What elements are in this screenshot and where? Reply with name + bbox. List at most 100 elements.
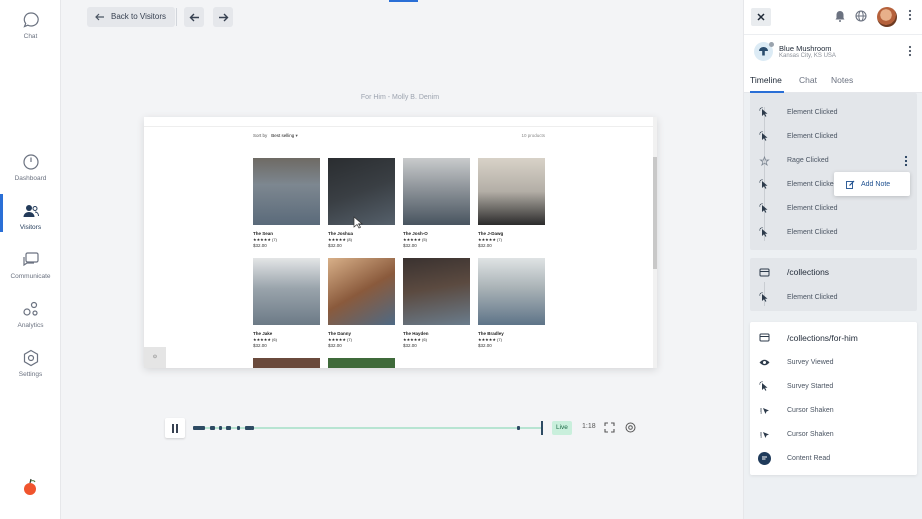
user-avatar[interactable] — [877, 7, 897, 27]
activity-marker — [517, 426, 520, 430]
more-vertical-icon[interactable] — [908, 45, 912, 57]
settings-gear-icon[interactable] — [625, 422, 636, 433]
pause-icon — [172, 423, 178, 433]
product-card: The J-Dawg ★★★★★ (7) $32.00 — [478, 158, 545, 248]
close-icon — [757, 13, 765, 21]
product-rating: ★★★★★ (5) — [403, 237, 427, 242]
timeline-event[interactable]: Survey Viewed — [750, 351, 917, 375]
session-replay-frame[interactable]: Sort by Best selling ▾ 10 products The Se… — [144, 117, 657, 368]
tab-notes[interactable]: Notes — [831, 75, 853, 85]
pointer-click-icon — [759, 131, 768, 141]
tab-chat[interactable]: Chat — [799, 75, 817, 85]
activity-marker — [193, 426, 205, 430]
cursor-shake-icon — [760, 432, 769, 438]
product-image — [403, 158, 470, 225]
pointer-click-icon — [759, 292, 768, 302]
event-label: Rage Clicked — [787, 157, 829, 164]
nav-chat-label: Chat — [23, 33, 38, 40]
fullscreen-icon[interactable] — [604, 422, 615, 433]
nav-visitors[interactable]: Visitors — [0, 194, 61, 232]
content-read-icon — [758, 452, 771, 465]
product-count: 10 products — [521, 133, 545, 138]
product-rating: ★★★★★ (7) — [328, 337, 352, 342]
visitor-name: Blue Mushroom — [779, 44, 832, 53]
timeline-event[interactable]: Element Clicked — [750, 125, 917, 149]
tab-timeline[interactable]: Timeline — [750, 75, 782, 85]
globe-icon[interactable] — [855, 10, 867, 22]
nav-settings[interactable]: Settings — [0, 349, 61, 378]
activity-marker — [219, 426, 222, 430]
timeline-event[interactable]: Survey Started — [750, 375, 917, 399]
status-dot — [769, 42, 774, 47]
product-image — [328, 258, 395, 325]
page-path[interactable]: /collections/for-him — [787, 333, 858, 343]
event-label: Cursor Shaken — [787, 431, 834, 438]
pointer-click-icon — [759, 381, 768, 391]
timeline-event[interactable]: Element Clicked — [750, 221, 917, 245]
event-label: Element Clicked — [787, 205, 838, 212]
top-progress-indicator — [389, 0, 418, 2]
page-caption: For Him - Molly B. Denim — [360, 94, 440, 101]
analytics-icon — [22, 301, 38, 316]
timeline-event[interactable]: Element Clicked — [750, 286, 917, 310]
timeline-event[interactable]: Content Read — [750, 447, 917, 471]
timeline-event[interactable]: Cursor Shaken — [750, 399, 917, 423]
live-badge[interactable]: Live — [552, 421, 572, 435]
product-price: $32.00 — [328, 343, 342, 348]
frame-scrollbar-thumb[interactable] — [653, 157, 657, 269]
product-card: The Josh-O ★★★★★ (5) $32.00 — [403, 158, 470, 248]
sort-value: Best selling — [271, 133, 295, 138]
nav-communicate[interactable]: Communicate — [0, 251, 61, 280]
settings-icon — [23, 349, 38, 367]
event-label: Element Clicked — [787, 229, 838, 236]
pointer-click-icon — [759, 107, 768, 117]
product-price: $32.00 — [478, 243, 492, 248]
cursor-icon — [353, 216, 363, 229]
add-note-button[interactable]: Add Note — [834, 172, 910, 196]
pause-button[interactable] — [165, 418, 185, 438]
nav-chat[interactable]: Chat — [0, 11, 61, 40]
message-icon — [22, 252, 39, 267]
timeline-event[interactable]: Element Clicked — [750, 101, 917, 125]
product-name: The Bradley — [478, 331, 504, 336]
cursor-shake-icon — [760, 408, 769, 414]
close-button[interactable] — [751, 8, 771, 26]
product-price: $32.00 — [328, 243, 342, 248]
nav-analytics[interactable]: Analytics — [0, 300, 61, 329]
add-note-label: Add Note — [861, 180, 891, 188]
product-image — [328, 158, 395, 225]
back-to-visitors-button[interactable]: Back to Visitors — [87, 7, 175, 27]
playback-controls: Live 1:18 — [165, 418, 643, 438]
timeline-event[interactable]: Cursor Shaken — [750, 423, 917, 447]
page-path[interactable]: /collections — [787, 267, 829, 277]
product-price: $32.00 — [478, 343, 492, 348]
visitor-header: Blue Mushroom Kansas City, KS USA — [744, 34, 922, 67]
previous-button[interactable] — [184, 7, 204, 27]
timeline-event[interactable]: Element Clicked — [750, 197, 917, 221]
product-price: $32.00 — [403, 343, 417, 348]
event-label: Element Clicked — [787, 109, 838, 116]
more-vertical-icon[interactable] — [908, 9, 912, 21]
top-bar: Back to Visitors — [61, 0, 743, 34]
pointer-click-icon — [759, 179, 768, 189]
nav-dashboard[interactable]: Dashboard — [0, 153, 61, 182]
playhead[interactable] — [541, 421, 543, 435]
replay-corner-widget[interactable]: ⊙ — [144, 347, 166, 368]
next-button[interactable] — [213, 7, 233, 27]
product-rating: ★★★★★ (7) — [478, 337, 502, 342]
logo-apple-icon[interactable] — [23, 478, 37, 496]
pointer-click-icon — [759, 227, 768, 237]
timeline-event[interactable]: Rage Clicked — [750, 149, 917, 173]
sort-control: Sort by Best selling ▾ — [253, 133, 298, 138]
timeline-scrubber[interactable] — [193, 426, 543, 430]
product-name: The Jake — [253, 331, 273, 336]
product-card: The Hayden ★★★★★ (6) $32.00 — [403, 258, 470, 348]
playback-time: 1:18 — [582, 423, 596, 430]
chat-icon — [22, 12, 39, 28]
product-image — [478, 258, 545, 325]
bell-icon[interactable] — [834, 10, 846, 22]
more-vertical-icon[interactable] — [904, 155, 908, 167]
product-price: $32.00 — [403, 243, 417, 248]
page-icon — [759, 268, 770, 277]
event-label: Survey Started — [787, 383, 834, 390]
